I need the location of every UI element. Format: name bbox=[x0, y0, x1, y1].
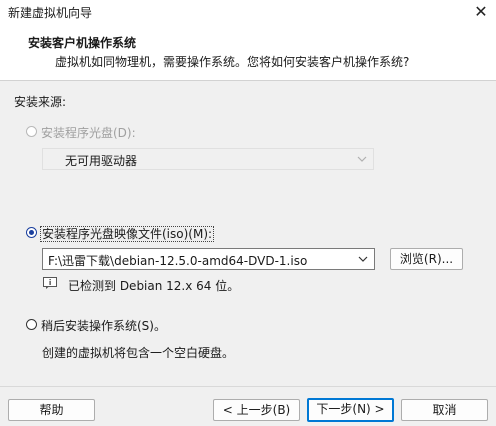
chevron-down-icon[interactable] bbox=[358, 254, 368, 264]
install-later-note: 创建的虚拟机将包含一个空白硬盘。 bbox=[42, 346, 235, 360]
iso-path-combobox[interactable]: F:\迅雷下载\debian-12.5.0-amd64-DVD-1.iso bbox=[42, 248, 375, 270]
window-title: 新建虚拟机向导 bbox=[8, 6, 93, 20]
install-source-label: 安装来源: bbox=[14, 95, 67, 109]
title-bar: 新建虚拟机向导 ✕ bbox=[0, 0, 496, 24]
option-iso-image-label: 安装程序光盘映像文件(iso)(M): bbox=[40, 226, 215, 242]
radio-iso-image[interactable] bbox=[26, 227, 37, 238]
radio-install-later[interactable] bbox=[26, 319, 37, 330]
iso-path-value: F:\迅雷下载\debian-12.5.0-amd64-DVD-1.iso bbox=[48, 254, 308, 268]
chevron-down-icon bbox=[357, 156, 367, 162]
cancel-button[interactable]: 取消 bbox=[401, 399, 488, 421]
wizard-header: 安装客户机操作系统 虚拟机如同物理机，需要操作系统。您将如何安装客户机操作系统? bbox=[0, 24, 496, 81]
browse-button[interactable]: 浏览(R)... bbox=[390, 248, 463, 270]
next-button[interactable]: 下一步(N) > bbox=[307, 398, 394, 422]
info-icon bbox=[43, 277, 57, 289]
help-button[interactable]: 帮助 bbox=[8, 399, 95, 421]
back-button[interactable]: < 上一步(B) bbox=[213, 399, 300, 421]
footer-divider bbox=[0, 386, 496, 387]
disc-drive-value: 无可用驱动器 bbox=[65, 154, 138, 168]
disc-drive-dropdown[interactable]: 无可用驱动器 bbox=[42, 148, 374, 170]
option-installer-disc-label: 安装程序光盘(D): bbox=[41, 126, 136, 140]
page-subtitle: 虚拟机如同物理机，需要操作系统。您将如何安装客户机操作系统? bbox=[55, 55, 410, 69]
page-title: 安装客户机操作系统 bbox=[28, 36, 137, 50]
option-install-later-label: 稍后安装操作系统(S)。 bbox=[41, 319, 166, 333]
detection-result-text: 已检测到 Debian 12.x 64 位。 bbox=[68, 279, 240, 293]
radio-installer-disc[interactable] bbox=[26, 126, 37, 137]
close-icon[interactable]: ✕ bbox=[466, 0, 496, 24]
